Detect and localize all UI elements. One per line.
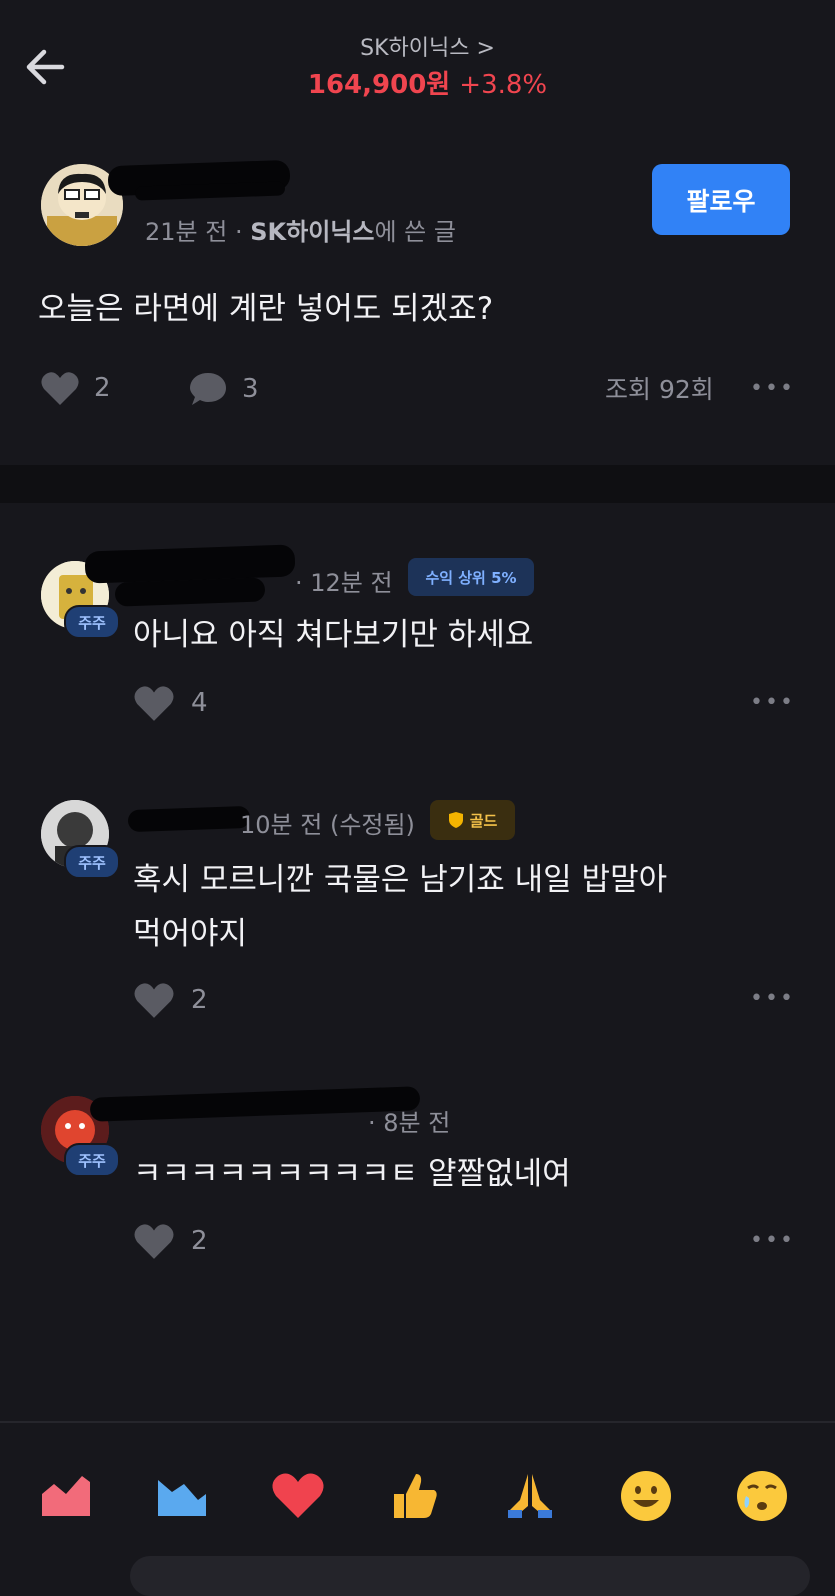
comment-more-icon[interactable]: ••• — [750, 690, 795, 715]
pray-icon[interactable] — [500, 1466, 560, 1526]
comment-like-count: 2 — [191, 985, 208, 1015]
heart-icon[interactable] — [268, 1466, 328, 1526]
commenter-name-redacted — [127, 805, 251, 833]
profit-rank-badge: 수익 상위 5% — [408, 558, 534, 596]
holder-badge: 주주 — [64, 1143, 120, 1177]
heart-icon — [134, 686, 174, 721]
follow-button[interactable]: 팔로우 — [652, 164, 790, 235]
chart-down-icon[interactable] — [152, 1466, 212, 1526]
post-body: 오늘은 라면에 계란 넣어도 되겠죠? — [38, 291, 494, 327]
comment-text: 혹시 모르니깐 국물은 남기죠 내일 밥말아 먹어야지 — [133, 853, 667, 961]
section-divider — [0, 465, 835, 503]
commenter-name-redacted — [84, 544, 296, 584]
shield-icon — [448, 812, 463, 828]
comment-input[interactable] — [130, 1556, 810, 1596]
post-comment-button[interactable]: 3 — [188, 370, 259, 408]
profit-rank-label: 수익 상위 5% — [425, 568, 517, 587]
smile-icon[interactable] — [616, 1466, 676, 1526]
thumbs-up-icon[interactable] — [384, 1466, 444, 1526]
comment-like-button[interactable]: 4 — [133, 684, 208, 722]
comment-time: · 8분 전 — [368, 1109, 451, 1137]
comment-more-icon[interactable]: ••• — [750, 986, 795, 1011]
comment-text: ㅋㅋㅋㅋㅋㅋㅋㅋㅋㅌ 얄짤없네여 — [133, 1156, 571, 1192]
commenter-name-redacted-2 — [114, 577, 266, 607]
heart-icon — [134, 1224, 174, 1259]
heart-icon — [134, 983, 174, 1018]
stock-price: 164,900원 +3.8% — [0, 64, 835, 101]
holder-badge: 주주 — [64, 605, 120, 639]
post-meta: 21분 전 · SK하이닉스에 쓴 글 — [145, 218, 456, 246]
price-change: +3.8% — [459, 70, 548, 100]
holder-badge: 주주 — [64, 845, 120, 879]
post-like-button[interactable]: 2 — [40, 370, 111, 406]
bottom-divider — [0, 1421, 835, 1423]
post-more-icon[interactable]: ••• — [750, 376, 795, 401]
post-time: 21분 전 — [145, 218, 228, 246]
speech-bubble-icon — [190, 373, 226, 405]
price-value: 164,900원 — [307, 70, 451, 100]
comment-more-icon[interactable]: ••• — [750, 1228, 795, 1253]
comment-time: · 12분 전 — [295, 569, 393, 597]
comment-text-line-2: 먹어야지 — [133, 916, 248, 952]
tearful-icon[interactable] — [732, 1466, 792, 1526]
comment-like-count: 4 — [191, 688, 208, 718]
post-like-count: 2 — [94, 373, 111, 403]
comment-text: 아니요 아직 쳐다보기만 하세요 — [133, 617, 534, 653]
post-comment-count: 3 — [242, 374, 259, 404]
view-count: 조회 92회 — [605, 375, 714, 404]
heart-icon — [41, 372, 79, 405]
comment-like-count: 2 — [191, 1226, 208, 1256]
comment-like-button[interactable]: 2 — [133, 981, 208, 1019]
comment-like-button[interactable]: 2 — [133, 1222, 208, 1260]
community-link[interactable]: SK하이닉스 — [250, 218, 374, 246]
gold-label: 골드 — [469, 811, 498, 830]
chart-up-icon[interactable] — [36, 1466, 96, 1526]
comment-text-line-1: 혹시 모르니깐 국물은 남기죠 내일 밥말아 — [133, 862, 668, 898]
gold-badge: 골드 — [430, 800, 515, 840]
stock-name-link[interactable]: SK하이닉스 > — [0, 30, 835, 62]
community-suffix: 에 쓴 글 — [374, 218, 456, 246]
comment-time: 10분 전 (수정됨) — [240, 811, 415, 839]
